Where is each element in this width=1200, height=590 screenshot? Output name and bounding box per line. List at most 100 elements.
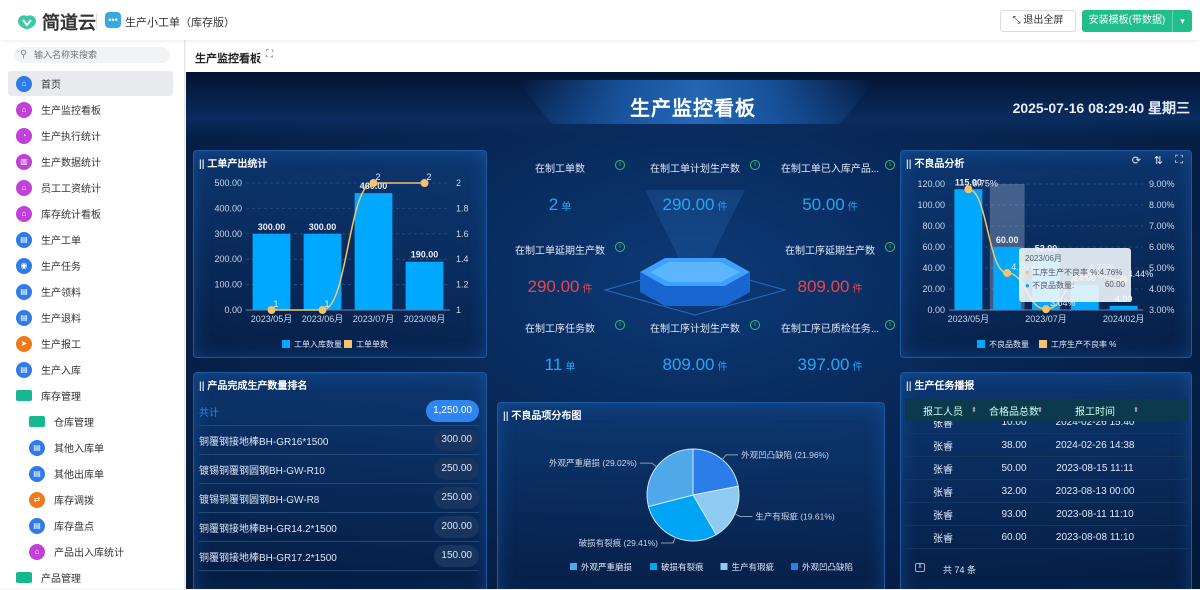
sidebar-item[interactable]: 产品管理: [8, 565, 173, 590]
ranking-row[interactable]: 铜覆钢接地棒BH-GR14.2*1500 200.00: [199, 513, 479, 542]
sidebar-item[interactable]: ➤ 生产报工: [8, 331, 173, 356]
y2-tick-label: 4.00%: [1149, 284, 1175, 294]
legend-label: 不良品数量: [989, 339, 1029, 349]
sort-icon[interactable]: ⬍: [1133, 406, 1139, 414]
install-template-button[interactable]: 安装模板(带数据): [1082, 10, 1172, 32]
sidebar-item[interactable]: ◉ 生产任务: [8, 253, 173, 278]
table-row[interactable]: 张睿 38.00 2024-02-26 14:38: [905, 434, 1188, 457]
bar: [405, 261, 444, 310]
info-icon[interactable]: i: [885, 320, 895, 330]
info-icon[interactable]: i: [885, 160, 895, 170]
sidebar-item[interactable]: ▤ 其他入库单: [8, 435, 173, 460]
info-icon[interactable]: i: [615, 320, 625, 330]
kpi-value-row: 2单: [495, 195, 625, 215]
cell-qualified: 50.00: [1001, 462, 1027, 474]
cell-qualified: 32.00: [1001, 485, 1027, 497]
sidebar-item-label: 库存管理: [41, 392, 81, 403]
bar: [954, 189, 983, 310]
sidebar-item[interactable]: 仓库管理: [8, 409, 173, 434]
table-row[interactable]: 张睿 50.00 2023-08-15 11:11: [905, 457, 1188, 480]
sidebar-item[interactable]: ▤ 生产退料: [8, 305, 173, 330]
chart-tooltip: 2023/06月 ● 工序生产不良率 %:4.76% ● 不良品数量: 60.00: [1019, 248, 1131, 302]
kpi-value-row: 50.00 件: [765, 195, 895, 215]
legend-label: 工序生产不良率 %: [1051, 339, 1116, 349]
sidebar-item[interactable]: ⌂ 库存统计看板: [8, 201, 173, 226]
collapse-icon: ⤡: [1012, 15, 1024, 26]
kpi-unit: 件: [847, 202, 858, 213]
table-header: 报工人员 ⬍ 合格品总数 ⬍ 报工时间 ⬍: [905, 399, 1188, 421]
info-icon[interactable]: i: [885, 242, 895, 252]
table-row[interactable]: 张睿 60.00 2023-08-08 11:10: [905, 526, 1188, 549]
sidebar-item-label: 产品管理: [41, 574, 81, 585]
product-name: 铜覆钢接地棒BH-GR14.2*1500: [199, 523, 337, 535]
sidebar-item[interactable]: ▤ 生产入库: [8, 357, 173, 382]
column-label: 报工人员: [923, 406, 963, 418]
table-row[interactable]: 张睿 93.00 2023-08-11 11:10: [905, 503, 1188, 526]
info-icon[interactable]: i: [615, 160, 625, 170]
ranking-row[interactable]: 共计 1,250.00: [199, 397, 479, 426]
datetime: 2025-07-16 08:29:40 星期三: [1012, 100, 1190, 116]
table-row[interactable]: 张睿 10.00 2024-02-26 15:40: [905, 421, 1188, 434]
y-tick-label: 80.00: [922, 221, 945, 231]
tab-bar: 生产监控看板 ⛶: [186, 40, 1200, 72]
sidebar-item[interactable]: ⌂ 产品出入库统计: [8, 539, 173, 564]
sort-icon[interactable]: ⬍: [971, 406, 977, 414]
sidebar-item[interactable]: ◔ 生产执行统计: [8, 123, 173, 148]
brand-name[interactable]: 简道云: [42, 9, 96, 35]
line-point: [1003, 269, 1012, 278]
sidebar-item[interactable]: ⌂ 生产监控看板: [8, 97, 173, 122]
sidebar-item[interactable]: ▤ 其他出库单: [8, 461, 173, 486]
column-header-time[interactable]: 报工时间 ⬍: [1047, 399, 1143, 421]
exit-fullscreen-button[interactable]: ⤡ 退出全屏: [1000, 10, 1076, 32]
sidebar-item[interactable]: ▤ 库存盘点: [8, 513, 173, 538]
circle-icon: ◉: [16, 257, 32, 274]
column-header-qualified[interactable]: 合格品总数 ⬍: [981, 399, 1047, 421]
kpi-unit: 件: [852, 362, 863, 373]
sidebar-item[interactable]: ⌂ 首页: [8, 71, 173, 96]
tab-dashboard[interactable]: 生产监控看板: [195, 50, 261, 66]
sidebar-item[interactable]: ▥ 生产数据统计: [8, 149, 173, 174]
legend-swatch: [791, 563, 798, 570]
fullscreen-icon[interactable]: ⛶: [266, 49, 273, 60]
search-input[interactable]: [14, 47, 170, 63]
info-icon[interactable]: i: [615, 242, 625, 252]
legend-swatch: [1039, 340, 1047, 348]
sidebar-item[interactable]: ⌂ 员工工资统计: [8, 175, 173, 200]
install-options-dropdown[interactable]: ▾: [1172, 10, 1192, 32]
sidebar-item[interactable]: ▤ 生产领料: [8, 279, 173, 304]
y-tick-label: 200.00: [214, 254, 242, 264]
ranking-row[interactable]: 铜覆钢接地棒BH-GR16*1500 300.00: [199, 426, 479, 455]
sidebar-item-label: 库存调拨: [54, 496, 94, 507]
y-tick-label: 40.00: [922, 263, 945, 273]
table-body[interactable]: 张睿 10.00 2024-02-26 15:40 张睿 38.00 2024-02-26…: [901, 421, 1193, 553]
line-series: [271, 182, 425, 311]
sidebar-item[interactable]: 库存管理: [8, 383, 173, 408]
pause-icon[interactable]: II: [915, 563, 925, 572]
sidebar-item[interactable]: ⇄ 库存调拨: [8, 487, 173, 512]
ranking-row[interactable]: 镀锡铜覆钢圆钢BH-GW-R8 250.00: [199, 484, 479, 513]
cell-time: 2023-08-11 11:10: [1056, 508, 1134, 520]
product-name: 铜覆钢接地棒BH-GR17.2*1500: [199, 552, 337, 564]
sidebar-item-label: 其他出库单: [54, 470, 104, 481]
sidebar-item[interactable]: ▤ 生产工单: [8, 227, 173, 252]
column-header-reporter[interactable]: 报工人员 ⬍: [905, 399, 981, 421]
sidebar-item-label: 首页: [41, 80, 61, 91]
kpi-value: 809.00: [662, 355, 715, 374]
ranking-panel: 产品完成生产数量排名 共计 1,250.00 铜覆钢接地棒BH-GR16*1500 3…: [193, 372, 487, 589]
y2-tick-label: 1: [456, 305, 461, 315]
bar: [1109, 305, 1138, 310]
column-label: 报工时间: [1075, 406, 1115, 418]
kpi-value-row: 809.00 件: [630, 355, 760, 375]
pie-data-label: 破损有裂痕 (29.41%): [579, 538, 659, 548]
info-icon[interactable]: i: [750, 320, 760, 330]
ranking-row[interactable]: 铜覆钢接地棒BH-GR17.2*1500 150.00: [199, 542, 479, 571]
sort-icon[interactable]: ⬍: [1037, 406, 1043, 414]
sidebar-item-label: 其他入库单: [54, 444, 104, 455]
pie-chart-icon: ◔: [16, 127, 32, 144]
ranking-row[interactable]: 镀锡铜覆钢圆钢BH-GW-R10 250.00: [199, 455, 479, 484]
table-row[interactable]: 张睿 32.00 2023-08-13 00:00: [905, 480, 1188, 503]
kpi-value-row: 397.00 件: [765, 355, 895, 375]
info-icon[interactable]: i: [750, 160, 760, 170]
y-tick-label: 100.00: [214, 280, 242, 290]
cell-time: 2024-02-26 15:40: [1055, 421, 1135, 428]
